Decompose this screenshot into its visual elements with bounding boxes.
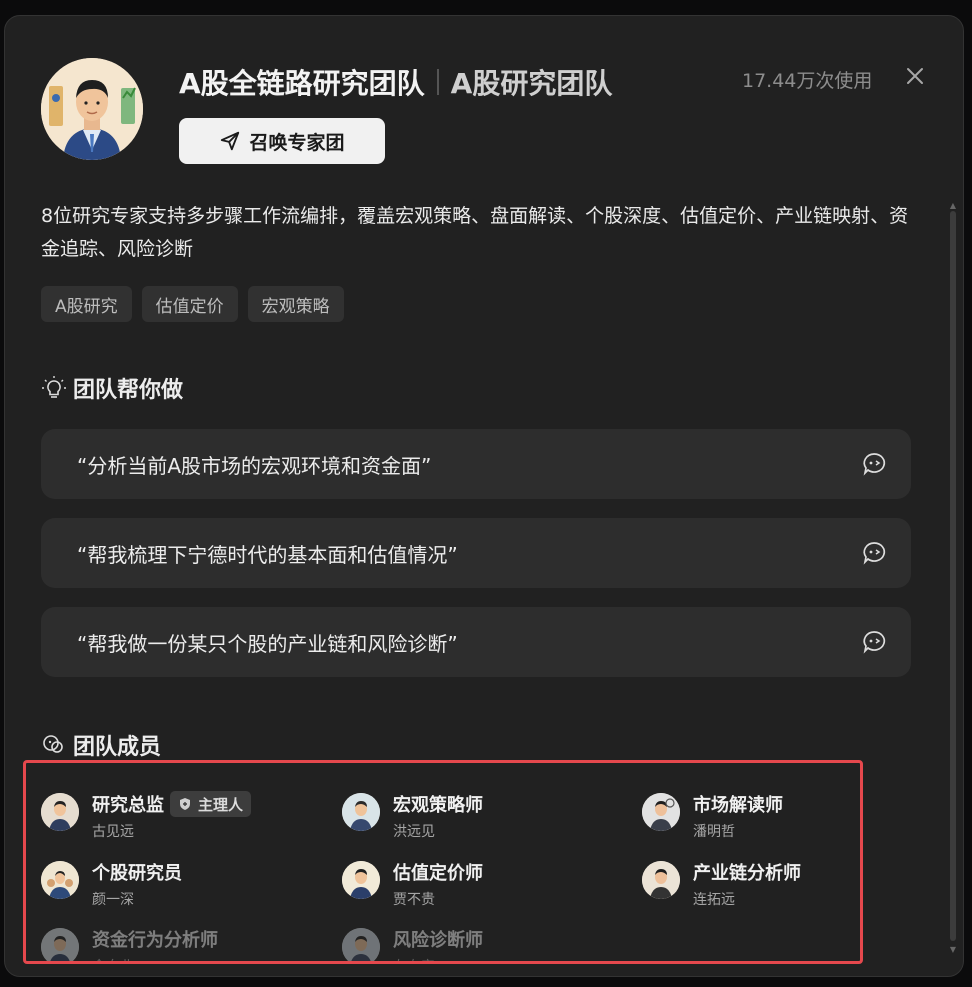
member-avatar	[41, 928, 79, 961]
member-role: 风险诊断师	[393, 930, 483, 951]
example-prompt[interactable]: “帮我做一份某只个股的产业链和风险诊断”	[41, 607, 911, 677]
member-avatar	[41, 793, 79, 831]
member-card[interactable]: 研究总监 主理人 古见远	[41, 791, 252, 841]
scrollbar-thumb[interactable]	[950, 211, 956, 941]
lead-badge-label: 主理人	[198, 795, 244, 814]
prompt-text: “帮我做一份某只个股的产业链和风险诊断”	[77, 631, 458, 656]
summon-experts-button[interactable]: 召唤专家团	[179, 118, 385, 164]
member-card[interactable]: 市场解读师 潘明哲	[642, 791, 783, 841]
send-icon	[221, 131, 240, 151]
member-name: 贾不贵	[393, 892, 435, 908]
title-divider	[436, 69, 439, 95]
member-role: 市场解读师	[693, 795, 783, 816]
tag[interactable]: 宏观策略	[247, 286, 344, 322]
members-grid: 研究总监 主理人 古见远 宏观策略师 洪远见 市场解读师 潘明哲 个股研究员 颜…	[23, 760, 863, 964]
member-role: 个股研究员	[92, 863, 182, 884]
example-prompt[interactable]: “帮我梳理下宁德时代的基本面和估值情况”	[41, 518, 911, 588]
member-avatar	[342, 793, 380, 831]
scroll-up-arrow[interactable]: ▲	[949, 202, 957, 210]
chat-bubble-icon	[863, 631, 886, 654]
tag[interactable]: 估值定价	[141, 286, 238, 322]
member-role: 研究总监	[92, 795, 164, 816]
member-card[interactable]: 个股研究员 颜一深	[41, 859, 182, 909]
member-avatar	[342, 861, 380, 899]
member-avatar	[342, 928, 380, 961]
member-card[interactable]: 估值定价师 贾不贵	[342, 859, 483, 909]
chat-bubble-icon	[863, 453, 886, 476]
lightbulb-icon	[42, 376, 66, 398]
example-prompt[interactable]: “分析当前A股市场的宏观环境和资金面”	[41, 429, 911, 499]
member-role: 估值定价师	[393, 863, 483, 884]
team-description: 8位研究专家支持多步骤工作流编排，覆盖宏观策略、盘面解读、个股深度、估值定价、产…	[41, 205, 909, 260]
tag[interactable]: A股研究	[41, 286, 132, 322]
member-card[interactable]: 宏观策略师 洪远见	[342, 791, 483, 841]
member-name: 左右安	[393, 956, 483, 961]
chat-bubble-icon	[863, 542, 886, 565]
team-detail-modal: A股全链路研究团队 A股研究团队 17.44万次使用 召唤专家团 8位研究专家支…	[4, 15, 964, 977]
member-name: 颜一深	[92, 892, 134, 908]
members-title-text: 团队成员	[73, 735, 162, 760]
member-role: 产业链分析师	[693, 863, 801, 884]
team-avatar	[41, 58, 143, 160]
lead-badge: 主理人	[170, 791, 252, 817]
team-subtitle: A股研究团队	[450, 67, 613, 100]
member-avatar	[41, 861, 79, 899]
member-role: 资金行为分析师	[92, 930, 218, 951]
member-role: 宏观策略师	[393, 795, 483, 816]
member-name: 潘明哲	[693, 824, 735, 840]
summon-label: 召唤专家团	[249, 131, 345, 154]
team-title: A股全链路研究团队	[179, 67, 425, 100]
member-card[interactable]: 资金行为分析师 金向北	[41, 926, 218, 961]
member-card[interactable]: 产业链分析师 连拓远	[642, 859, 801, 909]
help-title-text: 团队帮你做	[73, 378, 184, 403]
member-name: 连拓远	[693, 892, 735, 908]
prompt-text: “帮我梳理下宁德时代的基本面和估值情况”	[77, 542, 458, 567]
usage-count: 17.44万次使用	[742, 70, 873, 92]
members-section-title: 团队成员	[41, 729, 161, 761]
tag-list: A股研究 估值定价 宏观策略	[41, 286, 344, 322]
close-button[interactable]	[901, 62, 929, 90]
prompt-text: “分析当前A股市场的宏观环境和资金面”	[77, 453, 432, 478]
shield-icon	[180, 798, 190, 810]
close-icon	[907, 68, 923, 84]
team-title-row: A股全链路研究团队 A股研究团队	[179, 62, 612, 102]
member-avatar	[642, 861, 680, 899]
help-section-title: 团队帮你做	[41, 372, 183, 404]
member-name: 洪远见	[393, 824, 435, 840]
member-avatar	[642, 793, 680, 831]
member-name: 金向北	[92, 956, 218, 961]
member-name: 古见远	[92, 824, 134, 840]
scroll-down-arrow[interactable]: ▼	[949, 946, 957, 954]
team-members-icon	[43, 735, 63, 753]
member-card[interactable]: 风险诊断师 左右安	[342, 926, 483, 961]
